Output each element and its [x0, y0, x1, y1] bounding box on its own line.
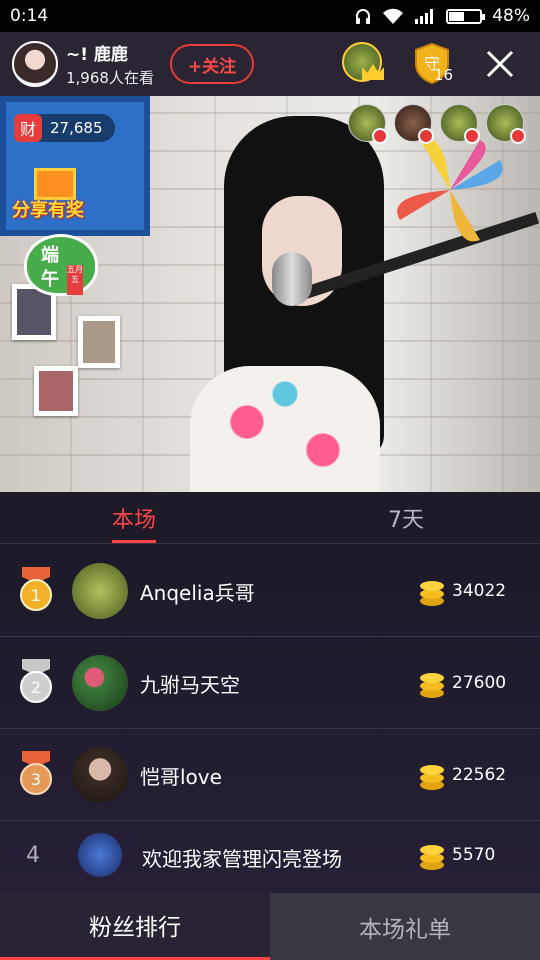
- tab-gift-list[interactable]: 本场礼单: [270, 893, 540, 960]
- coin-icon: [420, 765, 444, 790]
- gold-medal-icon: 1: [20, 567, 52, 611]
- anchor-info: ~! 鹿鹿 1,968人在看: [66, 40, 166, 88]
- pinwheel-logo-icon: [397, 138, 503, 242]
- ranking-tabs: 本场 7天: [0, 492, 540, 544]
- dragon-boat-festival-badge[interactable]: 端 午 五月五: [24, 234, 98, 296]
- anchor-avatar[interactable]: [12, 41, 58, 87]
- viewer-avatar[interactable]: [486, 104, 526, 144]
- viewer-avatar[interactable]: [348, 104, 388, 144]
- ranking-row[interactable]: 2 九驸马天空 27600: [0, 637, 540, 729]
- viewer-avatars: [348, 104, 526, 144]
- user-name: 欢迎我家管理闪亮登场: [142, 847, 342, 871]
- wealth-icon: 财: [14, 114, 42, 142]
- vip-badge-icon: [372, 128, 388, 144]
- viewer-avatar[interactable]: [440, 104, 480, 144]
- vip-badge-icon: [464, 128, 480, 144]
- live-video[interactable]: 财 27,685 分享有奖 端 午 五月五: [0, 96, 540, 492]
- user-avatar[interactable]: [72, 563, 128, 619]
- status-time: 0:14: [10, 6, 49, 26]
- vip-badge-icon: [418, 128, 434, 144]
- wall-photo: [78, 316, 120, 368]
- share-reward-label: 分享有奖: [12, 200, 84, 221]
- battery-percent: 48%: [492, 6, 530, 26]
- bronze-medal-icon: 3: [20, 751, 52, 795]
- wall-photo: [34, 366, 78, 416]
- user-avatar[interactable]: [72, 655, 128, 711]
- ranking-row[interactable]: 3 恺哥love 22562: [0, 729, 540, 821]
- coin-icon: [420, 673, 444, 698]
- wifi-icon: [383, 8, 404, 24]
- silver-medal-icon: 2: [20, 659, 52, 703]
- user-name: 恺哥love: [140, 765, 222, 789]
- svg-text:2: 2: [31, 678, 41, 697]
- wealth-value: 27,685: [50, 119, 103, 137]
- signal-icon: [415, 9, 434, 24]
- tab-indicator: [112, 540, 156, 543]
- coin-icon: [420, 581, 444, 606]
- festival-tag: 五月五: [67, 265, 83, 295]
- coin-icon: [420, 845, 444, 870]
- gift-amount: 34022: [452, 581, 507, 601]
- tab-7-days[interactable]: 7天: [306, 492, 506, 544]
- share-reward-button[interactable]: 分享有奖: [12, 168, 100, 222]
- status-bar: 0:14 48%: [0, 0, 540, 32]
- streamer-dress: [190, 366, 380, 492]
- fan-ranking-list: 1 Anqelia兵哥 34022 2 九驸马天空 27600 3 恺哥love…: [0, 545, 540, 893]
- gift-amount: 27600: [452, 673, 507, 693]
- gift-amount: 22562: [452, 765, 507, 785]
- wealth-badge: 财 27,685: [14, 114, 115, 142]
- headphones-icon: [356, 9, 371, 24]
- follow-button[interactable]: +关注: [170, 44, 254, 84]
- user-name: 九驸马天空: [140, 673, 240, 697]
- gift-amount: 5570: [452, 845, 496, 865]
- room-header: ~! 鹿鹿 1,968人在看 +关注 守 16: [0, 32, 540, 96]
- vip-badge-icon: [510, 128, 526, 144]
- tab-this-session[interactable]: 本场: [34, 492, 234, 544]
- svg-text:3: 3: [31, 770, 41, 789]
- viewer-avatar[interactable]: [394, 104, 434, 144]
- user-avatar[interactable]: [72, 747, 128, 803]
- battery-icon: [446, 8, 486, 24]
- festival-char: 午: [41, 269, 59, 290]
- svg-text:1: 1: [31, 586, 41, 605]
- anchor-name: ~! 鹿鹿: [66, 45, 128, 65]
- rank-number: 4: [26, 843, 40, 868]
- guard-count: 16: [434, 66, 454, 84]
- user-avatar[interactable]: [78, 833, 122, 877]
- viewer-count: 1,968人在看: [66, 69, 154, 87]
- close-icon[interactable]: [482, 46, 518, 82]
- microphone: [272, 252, 312, 306]
- tab-fan-ranking[interactable]: 粉丝排行: [0, 893, 270, 960]
- festival-char: 端: [41, 245, 59, 266]
- ranking-row[interactable]: 1 Anqelia兵哥 34022: [0, 545, 540, 637]
- ranking-row[interactable]: 4 欢迎我家管理闪亮登场 5570: [0, 821, 540, 893]
- bottom-tab-bar: 粉丝排行 本场礼单: [0, 893, 540, 960]
- user-name: Anqelia兵哥: [140, 581, 255, 605]
